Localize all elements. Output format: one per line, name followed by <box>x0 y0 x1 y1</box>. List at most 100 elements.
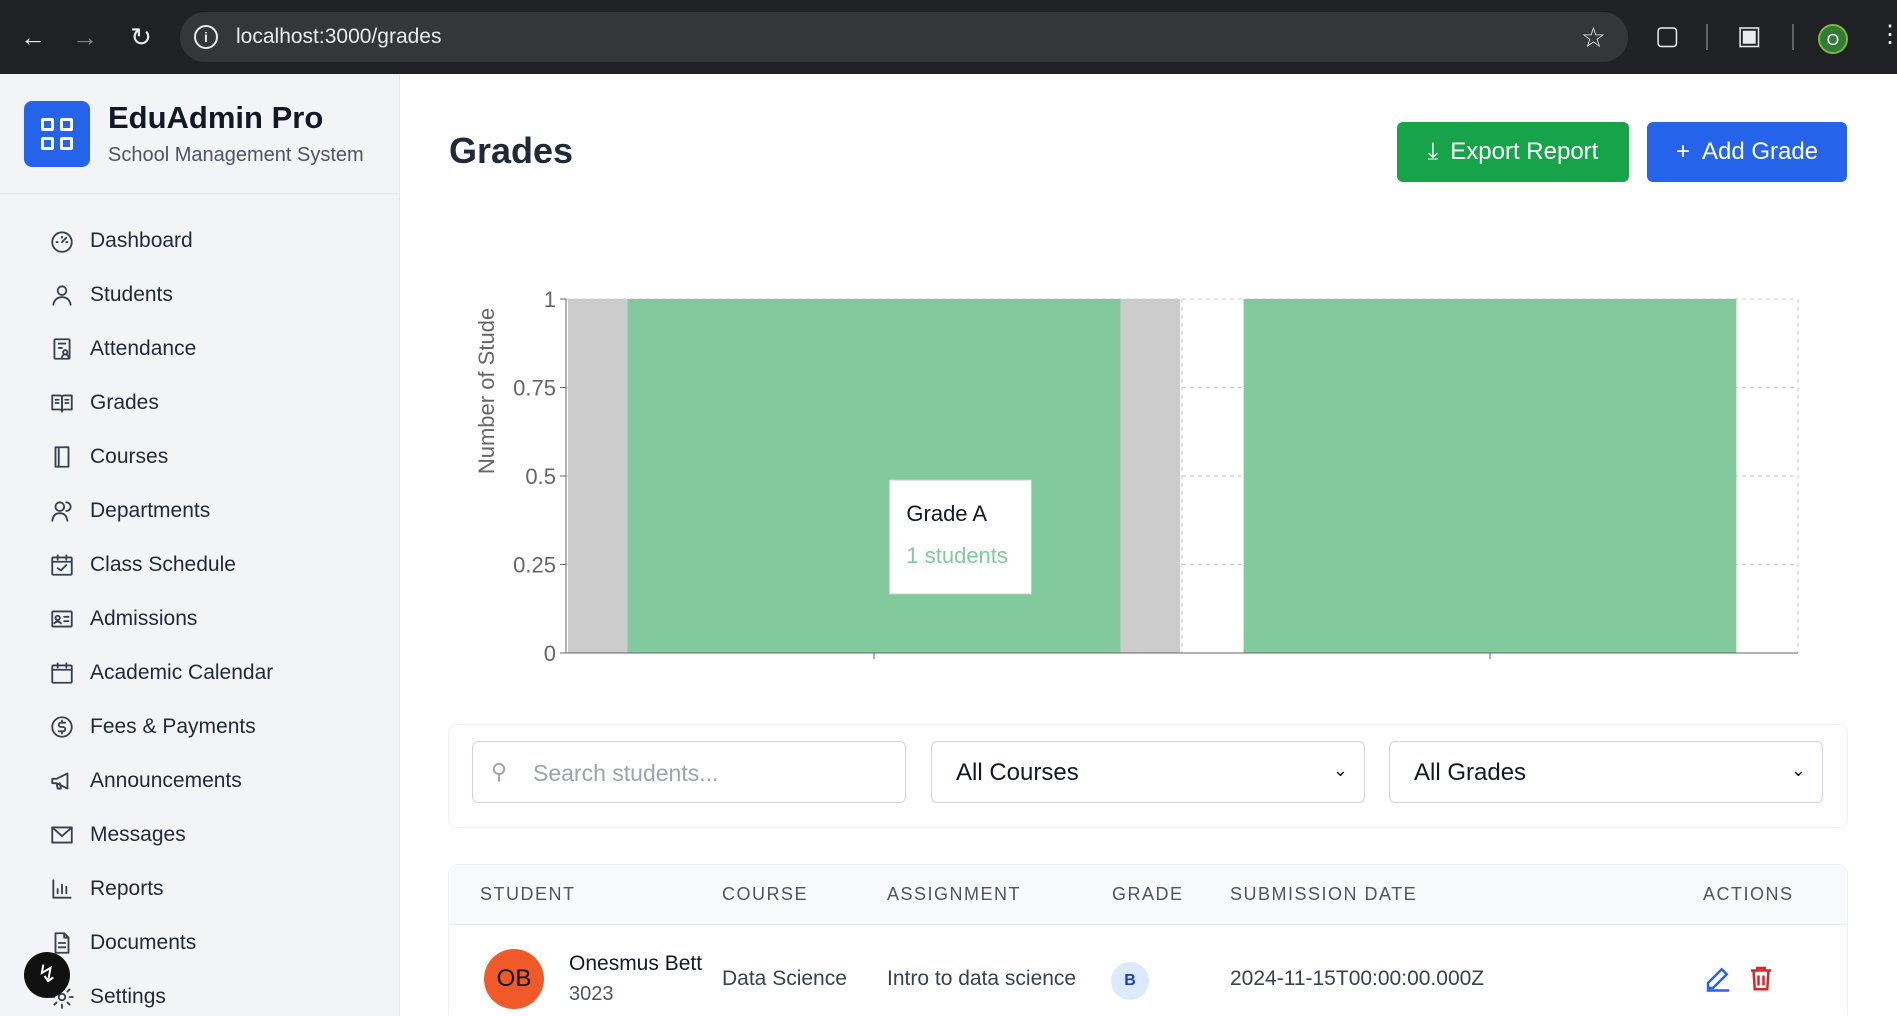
extensions-icon[interactable]: ▢ <box>1655 20 1680 51</box>
sidebar-item-departments[interactable]: Departments <box>0 484 400 538</box>
sidebar-item-class-schedule[interactable]: Class Schedule <box>0 538 400 592</box>
course-select-value: All Courses <box>956 759 1079 786</box>
sidebar-item-students[interactable]: Students <box>0 268 400 322</box>
bookmark-star-icon[interactable]: ☆ <box>1581 21 1606 54</box>
sidebar-item-label: Dashboard <box>90 229 193 252</box>
assignment-cell: Intro to data science <box>887 967 1077 990</box>
sidebar-nav: Dashboard Students Attendance Grades Courses… <box>0 214 400 1016</box>
y-tick-label: 0.5 <box>525 464 556 489</box>
sidebar-item-fees-payments[interactable]: Fees & Payments <box>0 700 400 754</box>
x-tick-label: A <box>867 661 882 664</box>
grade-badge: B <box>1111 962 1149 1000</box>
grades-bar-chart: 00.250.50.751ABGradeNumber of StudeStude… <box>474 287 1799 734</box>
course-cell: Data Science <box>722 967 847 990</box>
export-report-label: Export Report <box>1450 138 1599 165</box>
sidebar-item-admissions[interactable]: Admissions <box>0 592 400 646</box>
plus-icon: + <box>1675 138 1690 165</box>
student-id: 3023 <box>569 983 614 1005</box>
url-text[interactable]: localhost:3000/grades <box>236 25 441 49</box>
sidebar-item-label: Settings <box>90 985 166 1008</box>
search-input[interactable] <box>533 754 893 792</box>
brand-title: EduAdmin Pro <box>108 100 324 135</box>
y-tick-label: 1 <box>544 287 556 312</box>
col-header-submission-date: SUBMISSION DATE <box>1230 884 1418 904</box>
course-select[interactable]: All Courses ⌄ <box>931 741 1365 803</box>
delete-icon[interactable] <box>1746 963 1776 993</box>
sidebar-item-dashboard[interactable]: Dashboard <box>0 214 400 268</box>
user-icon <box>48 281 76 309</box>
screenshot-icon[interactable]: ▣ <box>1737 20 1762 51</box>
page-title: Grades <box>449 130 574 171</box>
y-tick-label: 0 <box>544 641 556 664</box>
sidebar-item-reports[interactable]: Reports <box>0 862 400 916</box>
sidebar: EduAdmin Pro School Management System Da… <box>0 74 400 1016</box>
address-bar[interactable]: i localhost:3000/grades ☆ <box>180 12 1628 62</box>
megaphone-icon <box>48 767 76 795</box>
chevron-down-icon: ⌄ <box>1790 760 1806 780</box>
dollar-circle-icon <box>48 713 76 741</box>
sidebar-item-label: Reports <box>90 877 164 900</box>
chart-tooltip <box>888 479 1032 595</box>
bar-B <box>1243 299 1737 653</box>
avatar: OB <box>484 949 544 1009</box>
filters-panel: ⚲ All Courses ⌄ All Grades ⌄ <box>448 724 1848 828</box>
clipboard-user-icon <box>48 335 76 363</box>
tooltip-title: Grade A <box>906 501 987 526</box>
book-open-icon <box>48 389 76 417</box>
sidebar-item-label: Departments <box>90 499 211 522</box>
sidebar-item-announcements[interactable]: Announcements <box>0 754 400 808</box>
sidebar-item-messages[interactable]: Messages <box>0 808 400 862</box>
col-header-course: COURSE <box>722 884 809 904</box>
users-icon <box>48 497 76 525</box>
add-grade-button[interactable]: + Add Grade <box>1647 122 1847 182</box>
sidebar-item-grades[interactable]: Grades <box>0 376 400 430</box>
chevron-down-icon: ⌄ <box>1332 760 1348 780</box>
col-header-actions: ACTIONS <box>1703 884 1794 904</box>
download-icon: ⤓ <box>1427 138 1439 165</box>
grid-logo-icon <box>24 101 90 167</box>
sidebar-item-label: Courses <box>90 445 169 468</box>
forward-arrow-icon[interactable]: → <box>70 22 100 52</box>
grade-select-value: All Grades <box>1414 759 1527 786</box>
add-grade-label: Add Grade <box>1701 138 1819 165</box>
toolbar-divider <box>1792 24 1794 50</box>
col-header-assignment: ASSIGNMENT <box>887 884 1022 904</box>
edit-icon[interactable] <box>1703 963 1733 993</box>
search-icon: ⚲ <box>491 759 508 784</box>
mail-icon <box>48 821 76 849</box>
export-report-button[interactable]: ⤓ Export Report <box>1397 122 1629 182</box>
grade-select[interactable]: All Grades ⌄ <box>1389 741 1823 803</box>
y-tick-label: 0.75 <box>513 376 556 401</box>
lightning-bolt-icon[interactable]: ↯ <box>24 952 70 998</box>
sidebar-item-academic-calendar[interactable]: Academic Calendar <box>0 646 400 700</box>
back-arrow-icon[interactable]: ← <box>18 22 48 52</box>
gauge-icon <box>48 227 76 255</box>
sidebar-item-label: Messages <box>90 823 186 846</box>
sidebar-item-label: Grades <box>90 391 159 414</box>
calendar-check-icon <box>48 551 76 579</box>
search-box[interactable]: ⚲ <box>472 741 906 803</box>
y-tick-label: 0.25 <box>513 553 556 578</box>
main-content: Grades ⤓ Export Report + Add Grade 0 0.25… <box>400 74 1897 1016</box>
reload-icon[interactable]: ↻ <box>126 22 156 52</box>
sidebar-item-label: Documents <box>90 931 197 954</box>
sidebar-item-label: Class Schedule <box>90 553 236 576</box>
toolbar-divider <box>1706 24 1708 50</box>
tooltip-value: 1 students <box>906 543 1008 568</box>
col-header-grade: GRADE <box>1112 884 1184 904</box>
sidebar-item-label: Academic Calendar <box>90 661 274 684</box>
browser-toolbar: ← → ↻ i localhost:3000/grades ☆ ▢ ▣ O ⋮ <box>0 0 1897 74</box>
sidebar-item-courses[interactable]: Courses <box>0 430 400 484</box>
id-card-icon <box>48 605 76 633</box>
sidebar-item-label: Students <box>90 283 173 306</box>
submission-date-cell: 2024-11-15T00:00:00.000Z <box>1230 967 1485 990</box>
sidebar-item-attendance[interactable]: Attendance <box>0 322 400 376</box>
sidebar-item-label: Attendance <box>90 337 197 360</box>
grades-table: STUDENT COURSE ASSIGNMENT GRADE SUBMISSI… <box>448 864 1848 1016</box>
browser-menu-icon[interactable]: ⋮ <box>1878 20 1897 49</box>
site-info-icon[interactable]: i <box>194 25 218 49</box>
profile-avatar[interactable]: O <box>1818 24 1848 54</box>
brand-subtitle: School Management System <box>108 144 364 166</box>
student-name: Onesmus Bett <box>569 952 703 975</box>
x-tick-label: B <box>1483 661 1498 664</box>
